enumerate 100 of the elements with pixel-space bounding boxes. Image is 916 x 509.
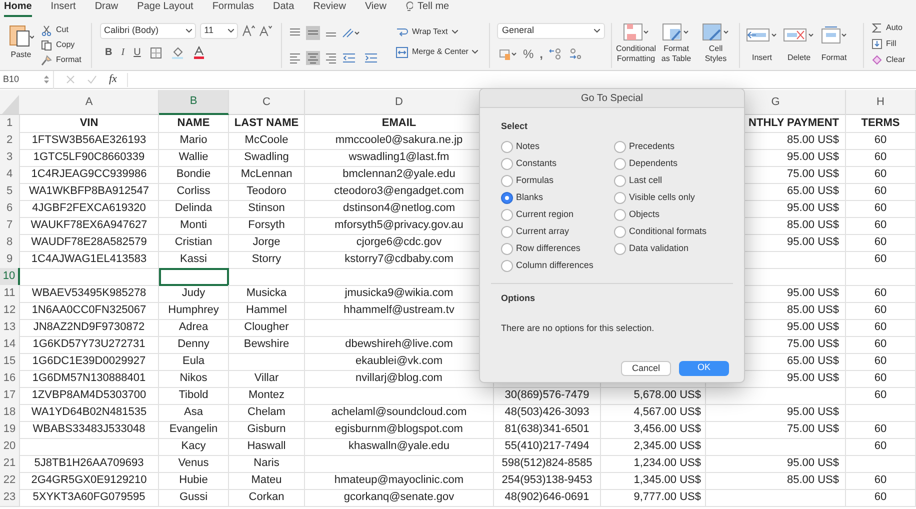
radio-option[interactable]: Current region [501, 206, 614, 224]
radio-option[interactable]: Data validation [614, 240, 707, 258]
radio-button[interactable] [501, 243, 513, 255]
row-number[interactable]: 17 [0, 387, 20, 404]
fill-color-icon[interactable] [170, 46, 184, 58]
tell-me-button[interactable]: Tell me [405, 0, 450, 17]
align-left-icon[interactable] [288, 51, 302, 66]
menu-tab[interactable]: Formulas [212, 0, 254, 17]
radio-option[interactable]: Dependents [614, 156, 707, 172]
radio-button[interactable] [614, 141, 626, 153]
decrease-indent-icon[interactable] [342, 52, 356, 64]
bold-button[interactable]: B [105, 45, 112, 60]
copy-button[interactable]: Copy [41, 39, 82, 51]
styles-button[interactable]: Conditional Formatting [617, 23, 655, 68]
radio-option[interactable]: Visible cells only [614, 190, 707, 206]
row-number[interactable]: 14 [0, 336, 20, 354]
font-dropdown[interactable]: Calibri (Body) [100, 23, 196, 39]
row-number[interactable]: 10 [0, 268, 20, 286]
cells-button[interactable]: Format [820, 23, 848, 68]
orientation-icon[interactable] [342, 26, 360, 39]
decrease-decimal-icon[interactable] [568, 48, 582, 60]
row-number[interactable]: 5 [0, 183, 20, 200]
radio-option[interactable]: Last cell [614, 172, 707, 190]
row-number[interactable]: 9 [0, 251, 20, 268]
row-number[interactable]: 12 [0, 302, 20, 320]
row-number[interactable]: 7 [0, 217, 20, 234]
align-middle-icon[interactable] [306, 26, 320, 40]
currency-icon[interactable] [499, 48, 517, 60]
radio-button[interactable] [614, 243, 626, 255]
column-header[interactable]: C [229, 90, 305, 115]
italic-button[interactable]: I [121, 45, 125, 60]
radio-button[interactable] [614, 226, 626, 238]
row-number[interactable]: 16 [0, 370, 20, 388]
decrease-font-icon[interactable] [259, 25, 273, 37]
menu-tab[interactable]: Page Layout [137, 0, 194, 17]
radio-button[interactable] [501, 226, 513, 238]
merge-center-button[interactable]: Merge & Center [396, 46, 489, 58]
radio-option[interactable]: Row differences [501, 240, 614, 258]
row-number[interactable]: 6 [0, 200, 20, 218]
format-painter-button[interactable]: Format [41, 54, 82, 66]
row-number[interactable]: 22 [0, 472, 20, 490]
borders-icon[interactable] [150, 46, 162, 58]
row-number[interactable]: 19 [0, 421, 20, 438]
comma-button[interactable]: , [540, 45, 544, 63]
dialog-button[interactable]: Cancel [621, 360, 671, 376]
selected-cell[interactable] [159, 268, 229, 286]
radio-button[interactable] [501, 158, 513, 170]
row-number[interactable]: 21 [0, 455, 20, 472]
underline-button[interactable]: U [134, 45, 141, 60]
row-number[interactable]: 20 [0, 438, 20, 456]
editing-button[interactable]: Fill [872, 38, 906, 50]
editing-button[interactable]: Auto [872, 22, 906, 34]
radio-option[interactable]: Column differences [501, 258, 614, 274]
radio-button[interactable] [501, 209, 513, 221]
radio-button[interactable] [501, 175, 513, 187]
paste-button[interactable]: Paste [5, 23, 37, 68]
styles-button[interactable]: Cell Styles [698, 23, 734, 68]
cells-button[interactable]: Delete [783, 23, 815, 68]
editing-button[interactable]: Clear [872, 54, 906, 66]
row-number[interactable]: 15 [0, 353, 20, 370]
radio-button[interactable] [614, 209, 626, 221]
menu-tab[interactable]: View [364, 0, 386, 17]
menu-tab[interactable]: Draw [94, 0, 118, 17]
row-number[interactable]: 4 [0, 166, 20, 184]
align-right-icon[interactable] [324, 51, 338, 66]
row-number[interactable]: 11 [0, 285, 20, 302]
cells-button[interactable]: Insert [746, 23, 778, 68]
row-number[interactable]: 13 [0, 319, 20, 336]
radio-button[interactable] [501, 260, 513, 272]
number-format-dropdown[interactable]: General [497, 23, 605, 39]
name-box[interactable]: B10 [0, 70, 54, 88]
column-header[interactable]: B [159, 90, 229, 115]
radio-option[interactable]: Constants [501, 156, 614, 172]
align-center-icon[interactable] [306, 51, 320, 66]
check-icon[interactable] [87, 75, 97, 84]
menu-tab[interactable]: Insert [50, 0, 76, 17]
percent-button[interactable]: % [523, 45, 534, 63]
radio-option[interactable]: Notes [501, 138, 614, 156]
increase-indent-icon[interactable] [364, 52, 378, 64]
radio-option[interactable]: Conditional formats [614, 224, 707, 240]
font-color-icon[interactable] [192, 46, 205, 59]
radio-option[interactable]: Current array [501, 224, 614, 240]
menu-tab[interactable]: Review [313, 0, 346, 17]
radio-button[interactable] [501, 141, 513, 153]
row-number[interactable]: 8 [0, 234, 20, 252]
increase-decimal-icon[interactable] [549, 48, 562, 60]
increase-font-icon[interactable] [242, 25, 256, 37]
cut-button[interactable]: Cut [41, 24, 82, 36]
font-size-dropdown[interactable]: 11 [200, 23, 238, 39]
row-number[interactable]: 3 [0, 149, 20, 166]
function-label[interactable]: fx [109, 71, 117, 88]
column-header[interactable]: H [846, 90, 916, 115]
radio-button[interactable] [614, 158, 626, 170]
row-number[interactable]: 18 [0, 404, 20, 422]
radio-button[interactable] [614, 175, 626, 187]
row-number[interactable]: 23 [0, 489, 20, 506]
menu-tab[interactable]: Data [273, 0, 294, 17]
radio-button[interactable] [501, 192, 513, 204]
radio-option[interactable]: Formulas [501, 172, 614, 190]
row-number[interactable]: 2 [0, 132, 20, 150]
